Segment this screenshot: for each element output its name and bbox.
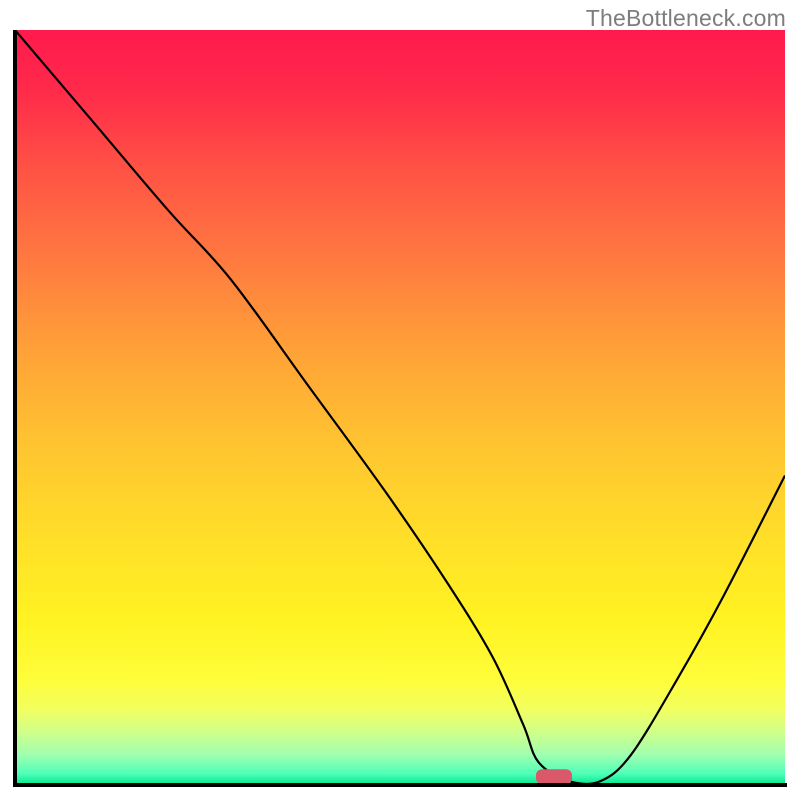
x-axis: [13, 783, 787, 787]
optimal-point-marker: [536, 769, 572, 784]
bottleneck-curve-line: [15, 30, 785, 784]
curve-layer: [15, 30, 785, 785]
plot-area: [15, 30, 785, 785]
bottleneck-chart: TheBottleneck.com: [0, 0, 800, 800]
watermark-text: TheBottleneck.com: [586, 5, 786, 32]
y-axis: [13, 30, 17, 787]
